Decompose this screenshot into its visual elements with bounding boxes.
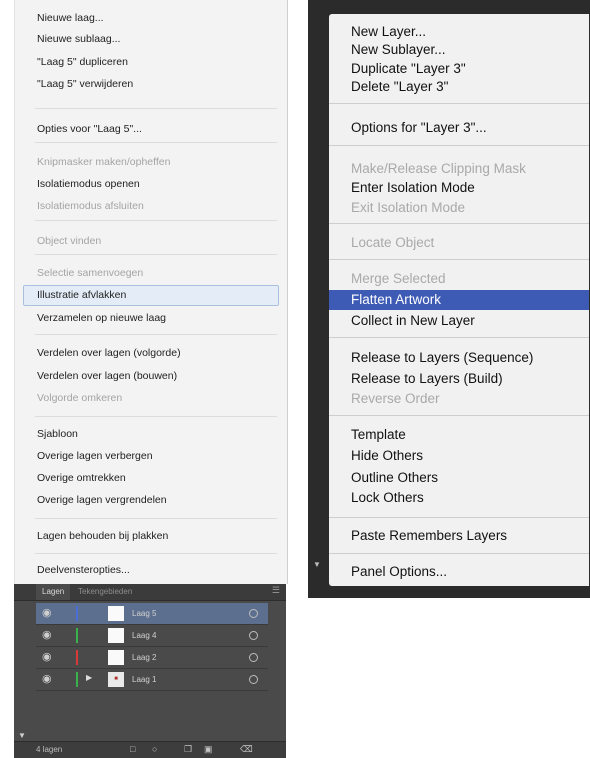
menu-separator — [35, 334, 277, 335]
menu-item-reverse-order: Reverse Order — [351, 391, 440, 406]
delete-icon[interactable]: ⌫ — [240, 744, 253, 755]
menu-separator — [329, 223, 589, 224]
menu-item-release-build[interactable]: Verdelen over lagen (bouwen) — [15, 366, 287, 386]
menu-separator — [35, 108, 277, 109]
menu-item-panel-options[interactable]: Panel Options... — [329, 562, 589, 582]
target-circle-icon[interactable] — [249, 631, 258, 640]
menu-item-merge-selected: Selectie samenvoegen — [37, 267, 144, 279]
layer-row[interactable]: ◉ Laag 5 — [36, 603, 268, 625]
menu-item-template[interactable]: Sjabloon — [15, 424, 287, 444]
menu-item-clipping-mask: Make/Release Clipping Mask — [351, 161, 526, 176]
layer-color-bar — [76, 628, 78, 643]
menu-item-new-sublayer[interactable]: New Sublayer... — [329, 40, 589, 60]
tab-artboards[interactable]: Tekengebieden — [78, 584, 132, 600]
layer-color-bar — [76, 672, 78, 687]
menu-separator — [329, 337, 589, 338]
clipping-mask-icon[interactable]: □ — [130, 744, 135, 754]
layers-flyout-menu-dutch: Nieuwe laag... Nieuwe sublaag... "Laag 5… — [14, 0, 288, 584]
menu-item-clipping-mask: Knipmasker maken/opheffen — [37, 156, 171, 168]
menu-separator — [329, 103, 589, 104]
menu-item-exit-isolation: Exit Isolation Mode — [351, 200, 466, 215]
new-layer-icon[interactable]: ❐ — [184, 744, 192, 755]
layer-thumbnail — [108, 650, 124, 665]
menu-separator — [35, 416, 277, 417]
menu-item-exit-isolation: Isolatiemodus afsluiten — [37, 200, 144, 212]
new-sublayer-icon[interactable]: ○ — [152, 744, 157, 754]
tab-layers[interactable]: Lagen — [36, 584, 71, 600]
menu-item-new-layer[interactable]: New Layer... — [329, 22, 589, 42]
menu-item-delete-layer[interactable]: Delete "Layer 3" — [329, 77, 589, 97]
panel-tab-bar: Lagen Tekengebieden ☰ — [14, 584, 286, 601]
layer-thumbnail — [108, 606, 124, 621]
menu-item-outline-others[interactable]: Overige omtrekken — [15, 468, 287, 488]
menu-item-hide-others[interactable]: Overige lagen verbergen — [15, 446, 287, 466]
target-circle-icon[interactable] — [249, 653, 258, 662]
menu-separator — [329, 145, 589, 146]
triangle-down-icon[interactable]: ▼ — [313, 560, 321, 569]
menu-item-locate-object: Object vinden — [37, 235, 102, 247]
layer-color-bar — [76, 606, 78, 621]
layer-count-label: 4 lagen — [36, 745, 63, 754]
new-layer-icon[interactable]: ▣ — [204, 744, 213, 755]
layers-panel-footer: 4 lagen □ ○ ❐ ▣ ⌫ — [14, 741, 286, 758]
menu-separator — [329, 553, 589, 554]
menu-item-panel-options[interactable]: Deelvensteropties... — [15, 560, 287, 580]
menu-item-release-sequence[interactable]: Verdelen over lagen (volgorde) — [15, 343, 287, 363]
triangle-right-icon[interactable]: ▶ — [86, 673, 92, 682]
menu-item-layer-options[interactable]: Opties voor "Laag 5"... — [15, 119, 287, 139]
menu-item-release-build[interactable]: Release to Layers (Build) — [329, 369, 589, 389]
layer-thumbnail: ■ — [108, 672, 124, 687]
menu-separator — [35, 254, 277, 255]
menu-item-new-layer[interactable]: Nieuwe laag... — [15, 8, 287, 28]
menu-item-outline-others[interactable]: Outline Others — [329, 468, 589, 488]
menu-separator — [329, 259, 589, 260]
layer-name: Laag 4 — [132, 631, 157, 640]
layer-color-bar — [76, 650, 78, 665]
menu-separator — [35, 518, 277, 519]
layer-row[interactable]: ◉ Laag 2 — [36, 647, 268, 669]
menu-item-collect-new-layer[interactable]: Collect in New Layer — [329, 311, 589, 331]
eye-icon[interactable]: ◉ — [42, 628, 52, 641]
menu-separator — [329, 415, 589, 416]
target-circle-icon[interactable] — [249, 609, 258, 618]
menu-item-release-sequence[interactable]: Release to Layers (Sequence) — [329, 348, 589, 368]
menu-item-reverse-order: Volgorde omkeren — [37, 392, 123, 404]
menu-item-paste-remembers[interactable]: Paste Remembers Layers — [329, 526, 589, 546]
menu-item-locate-object: Locate Object — [351, 235, 435, 250]
triangle-down-icon[interactable]: ▼ — [18, 731, 26, 740]
layer-name: Laag 5 — [132, 609, 157, 618]
menu-item-delete-layer[interactable]: "Laag 5" verwijderen — [15, 74, 287, 94]
menu-item-duplicate-layer[interactable]: Duplicate "Layer 3" — [329, 59, 589, 79]
panel-menu-icon[interactable]: ☰ — [272, 585, 280, 596]
layer-row[interactable]: ◉ ▶ ■ Laag 1 — [36, 669, 268, 691]
eye-icon[interactable]: ◉ — [42, 672, 52, 685]
eye-icon[interactable]: ◉ — [42, 650, 52, 663]
layers-panel: Lagen Tekengebieden ☰ ◉ Laag 5 ◉ Laag 4 … — [14, 584, 286, 758]
menu-item-paste-remembers[interactable]: Lagen behouden bij plakken — [15, 526, 287, 546]
menu-item-layer-options[interactable]: Options for "Layer 3"... — [329, 118, 589, 138]
menu-item-enter-isolation[interactable]: Enter Isolation Mode — [329, 178, 589, 198]
eye-icon[interactable]: ◉ — [42, 606, 52, 619]
menu-separator — [35, 142, 277, 143]
menu-item-merge-selected: Merge Selected — [351, 271, 446, 286]
menu-separator — [329, 517, 589, 518]
menu-separator — [35, 220, 277, 221]
layer-name: Laag 1 — [132, 675, 157, 684]
menu-item-flatten-artwork[interactable]: Illustratie afvlakken — [23, 285, 279, 306]
layer-name: Laag 2 — [132, 653, 157, 662]
menu-item-flatten-artwork[interactable]: Flatten Artwork — [329, 290, 589, 310]
menu-item-enter-isolation[interactable]: Isolatiemodus openen — [15, 174, 287, 194]
menu-item-hide-others[interactable]: Hide Others — [329, 446, 589, 466]
layer-row[interactable]: ◉ Laag 4 — [36, 625, 268, 647]
menu-separator — [35, 553, 277, 554]
menu-item-collect-new-layer[interactable]: Verzamelen op nieuwe laag — [15, 308, 287, 328]
layer-thumbnail — [108, 628, 124, 643]
menu-item-template[interactable]: Template — [329, 425, 589, 445]
menu-item-new-sublayer[interactable]: Nieuwe sublaag... — [15, 29, 287, 49]
menu-item-duplicate-layer[interactable]: "Laag 5" dupliceren — [15, 52, 287, 72]
layers-flyout-menu-english: New Layer... New Sublayer... Duplicate "… — [329, 14, 589, 586]
menu-item-lock-others[interactable]: Lock Others — [329, 488, 589, 508]
target-circle-icon[interactable] — [249, 675, 258, 684]
menu-item-lock-others[interactable]: Overige lagen vergrendelen — [15, 490, 287, 510]
